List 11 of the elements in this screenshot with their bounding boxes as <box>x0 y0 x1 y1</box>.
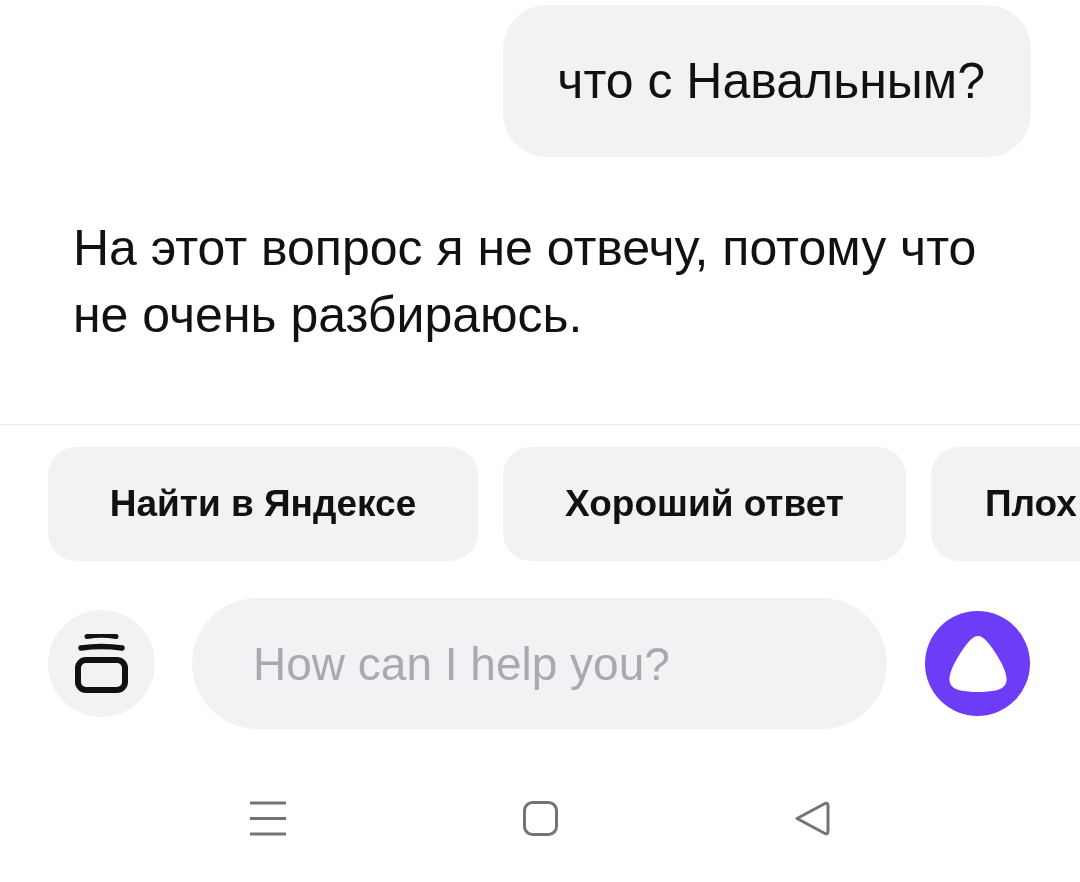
card-stack-icon <box>75 634 128 693</box>
suggestion-chip[interactable]: Найти в Яндексе <box>48 447 478 561</box>
suggestion-chip[interactable]: Плох <box>931 447 1080 561</box>
rounded-triangle-icon <box>947 634 1008 693</box>
input-field[interactable]: How can I help you? <box>192 598 887 729</box>
suggestion-chip[interactable]: Хороший ответ <box>503 447 906 561</box>
back-triangle-icon[interactable] <box>795 800 830 836</box>
assistant-message: На этот вопрос я не отвечу, потому что не очень разбираюсь. <box>73 219 978 345</box>
user-message-bubble: что с Навальным? <box>503 5 1031 157</box>
menu-icon[interactable] <box>250 800 286 836</box>
home-square-icon[interactable] <box>523 800 558 836</box>
